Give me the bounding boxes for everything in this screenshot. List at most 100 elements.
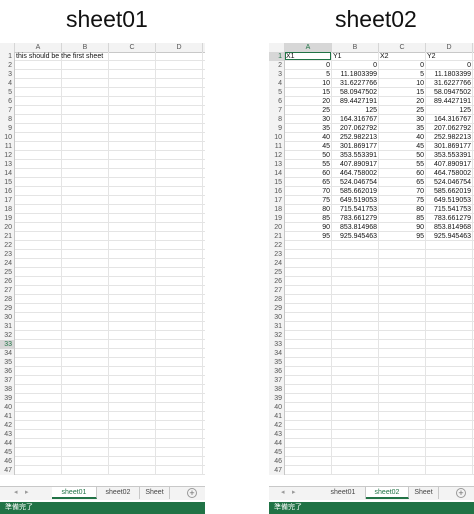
data-cell[interactable]: 35	[285, 124, 331, 133]
row-header[interactable]: 27	[269, 286, 285, 295]
row-header[interactable]: 16	[0, 187, 15, 196]
row-header[interactable]: 36	[269, 367, 285, 376]
row-header[interactable]: 6	[269, 97, 285, 106]
data-cell[interactable]: 89.4427191	[332, 97, 378, 106]
header-cell[interactable]: X2	[380, 52, 425, 61]
row-header[interactable]: 47	[269, 466, 285, 475]
row-header[interactable]: 21	[269, 232, 285, 241]
data-cell[interactable]: 90	[285, 223, 331, 232]
data-cell[interactable]: 70	[379, 187, 425, 196]
tab-sheet[interactable]: Sheet	[140, 487, 170, 499]
column-header-c[interactable]: C	[379, 43, 426, 52]
row-header[interactable]: 40	[0, 403, 15, 412]
row-header[interactable]: 8	[269, 115, 285, 124]
row-header[interactable]: 32	[269, 331, 285, 340]
data-cell[interactable]: 585.662019	[332, 187, 378, 196]
data-cell[interactable]: 30	[379, 115, 425, 124]
data-cell[interactable]: 853.814968	[332, 223, 378, 232]
select-all-corner[interactable]	[269, 43, 285, 52]
data-cell[interactable]: 45	[285, 142, 331, 151]
row-header[interactable]: 24	[269, 259, 285, 268]
column-header-a[interactable]: A	[285, 43, 332, 52]
data-cell[interactable]: 85	[285, 214, 331, 223]
data-cell[interactable]: 125	[426, 106, 472, 115]
row-header[interactable]: 3	[269, 70, 285, 79]
row-header[interactable]: 26	[269, 277, 285, 286]
row-header[interactable]: 8	[0, 115, 15, 124]
data-cell[interactable]: 58.0947502	[426, 88, 472, 97]
row-header[interactable]: 16	[269, 187, 285, 196]
column-header-b[interactable]: B	[62, 43, 109, 52]
row-header[interactable]: 43	[269, 430, 285, 439]
row-header[interactable]: 42	[269, 421, 285, 430]
row-header[interactable]: 41	[0, 412, 15, 421]
row-header[interactable]: 45	[269, 448, 285, 457]
row-header[interactable]: 24	[0, 259, 15, 268]
data-cell[interactable]: 715.541753	[426, 205, 472, 214]
row-header[interactable]: 22	[269, 241, 285, 250]
row-header[interactable]: 37	[0, 376, 15, 385]
row-header[interactable]: 46	[0, 457, 15, 466]
row-header[interactable]: 7	[269, 106, 285, 115]
row-header[interactable]: 17	[269, 196, 285, 205]
row-header[interactable]: 33	[269, 340, 285, 349]
data-cell[interactable]: 20	[379, 97, 425, 106]
row-header[interactable]: 30	[269, 313, 285, 322]
row-header[interactable]: 26	[0, 277, 15, 286]
data-cell[interactable]: 524.046754	[332, 178, 378, 187]
data-cell[interactable]: 715.541753	[332, 205, 378, 214]
data-cell[interactable]: 90	[379, 223, 425, 232]
data-cell[interactable]: 301.869177	[426, 142, 472, 151]
tab-sheet02[interactable]: sheet02	[97, 487, 140, 499]
data-cell[interactable]: 5	[379, 70, 425, 79]
data-cell[interactable]: 35	[379, 124, 425, 133]
row-header[interactable]: 14	[0, 169, 15, 178]
data-cell[interactable]: 80	[285, 205, 331, 214]
row-header[interactable]: 39	[0, 394, 15, 403]
row-header[interactable]: 39	[269, 394, 285, 403]
row-header[interactable]: 10	[0, 133, 15, 142]
row-header[interactable]: 4	[0, 79, 15, 88]
data-cell[interactable]: 407.890917	[426, 160, 472, 169]
row-header[interactable]: 13	[269, 160, 285, 169]
row-header[interactable]: 22	[0, 241, 15, 250]
row-header[interactable]: 32	[0, 331, 15, 340]
data-cell[interactable]: 5	[285, 70, 331, 79]
data-cell[interactable]: 31.6227766	[426, 79, 472, 88]
row-header[interactable]: 13	[0, 160, 15, 169]
data-cell[interactable]: 95	[379, 232, 425, 241]
data-cell[interactable]: 252.982213	[426, 133, 472, 142]
row-header[interactable]: 44	[269, 439, 285, 448]
data-cell[interactable]: 25	[285, 106, 331, 115]
row-header[interactable]: 14	[269, 169, 285, 178]
row-header[interactable]: 1	[269, 52, 285, 61]
row-header[interactable]: 36	[0, 367, 15, 376]
data-cell[interactable]: 50	[285, 151, 331, 160]
add-sheet-icon[interactable]: +	[187, 488, 197, 498]
data-cell[interactable]: 524.046754	[426, 178, 472, 187]
data-cell[interactable]: 353.553391	[332, 151, 378, 160]
row-header[interactable]: 17	[0, 196, 15, 205]
data-cell[interactable]: 10	[285, 79, 331, 88]
nav-next-icon[interactable]: ▸	[25, 487, 29, 499]
row-header[interactable]: 31	[269, 322, 285, 331]
data-cell[interactable]: 30	[285, 115, 331, 124]
row-header[interactable]: 42	[0, 421, 15, 430]
data-cell[interactable]: 45	[379, 142, 425, 151]
data-cell[interactable]: 55	[285, 160, 331, 169]
data-cell[interactable]: 252.982213	[332, 133, 378, 142]
data-cell[interactable]: 164.316767	[426, 115, 472, 124]
data-cell[interactable]: 0	[379, 61, 425, 70]
row-header[interactable]: 6	[0, 97, 15, 106]
data-cell[interactable]: 85	[379, 214, 425, 223]
row-header[interactable]: 20	[0, 223, 15, 232]
data-cell[interactable]: 649.519053	[426, 196, 472, 205]
row-header[interactable]: 43	[0, 430, 15, 439]
row-header[interactable]: 38	[0, 385, 15, 394]
data-cell[interactable]: 95	[285, 232, 331, 241]
row-header[interactable]: 19	[269, 214, 285, 223]
data-cell[interactable]: 75	[285, 196, 331, 205]
data-cell[interactable]: 783.661279	[426, 214, 472, 223]
worksheet-grid[interactable]: A B C D 1 2 3 4 5 6 7 8 9 10 11 12 13 14 15 16 17 18 19 20 21 22 2…	[269, 43, 474, 475]
row-header[interactable]: 35	[269, 358, 285, 367]
